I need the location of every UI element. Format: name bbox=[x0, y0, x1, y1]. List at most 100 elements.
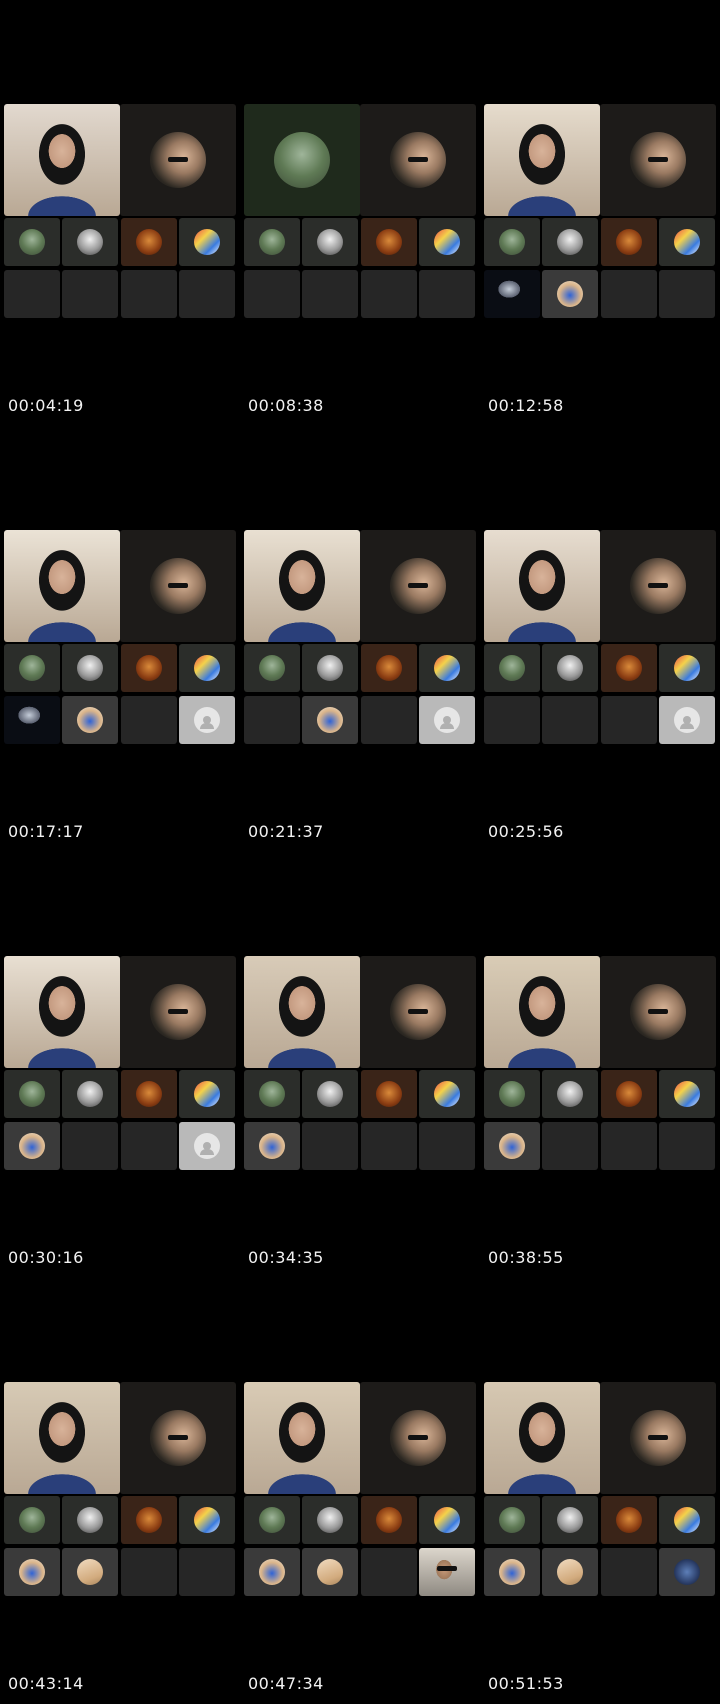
participant-tile[interactable] bbox=[179, 1122, 235, 1170]
participant-tile[interactable] bbox=[542, 270, 598, 318]
participant-tile[interactable] bbox=[62, 644, 118, 692]
participant-tile[interactable] bbox=[361, 1122, 417, 1170]
host-video-tile[interactable] bbox=[600, 956, 716, 1068]
participant-tile[interactable] bbox=[302, 696, 358, 744]
participant-tile[interactable] bbox=[659, 1548, 715, 1596]
participant-tile[interactable] bbox=[484, 1122, 540, 1170]
participant-tile[interactable] bbox=[244, 1496, 300, 1544]
active-speaker-video[interactable] bbox=[244, 104, 360, 216]
participant-tile[interactable] bbox=[419, 218, 475, 266]
participant-tile[interactable] bbox=[121, 270, 177, 318]
participant-tile[interactable] bbox=[601, 696, 657, 744]
participant-tile[interactable] bbox=[244, 696, 300, 744]
participant-tile[interactable] bbox=[4, 270, 60, 318]
host-video-tile[interactable] bbox=[360, 1382, 476, 1494]
participant-tile[interactable] bbox=[62, 1070, 118, 1118]
active-speaker-video[interactable] bbox=[244, 530, 360, 642]
participant-tile[interactable] bbox=[361, 1496, 417, 1544]
host-video-tile[interactable] bbox=[360, 956, 476, 1068]
participant-tile[interactable] bbox=[302, 270, 358, 318]
participant-tile[interactable] bbox=[179, 696, 235, 744]
participant-tile[interactable] bbox=[659, 218, 715, 266]
participant-tile[interactable] bbox=[244, 644, 300, 692]
participant-tile[interactable] bbox=[302, 1548, 358, 1596]
participant-tile[interactable] bbox=[601, 1496, 657, 1544]
host-video-tile[interactable] bbox=[120, 530, 236, 642]
participant-tile[interactable] bbox=[179, 1070, 235, 1118]
participant-tile[interactable] bbox=[179, 1548, 235, 1596]
active-speaker-video[interactable] bbox=[4, 530, 120, 642]
participant-tile[interactable] bbox=[419, 1070, 475, 1118]
participant-tile[interactable] bbox=[121, 1070, 177, 1118]
active-speaker-video[interactable] bbox=[244, 1382, 360, 1494]
participant-tile[interactable] bbox=[62, 270, 118, 318]
participant-tile[interactable] bbox=[419, 1496, 475, 1544]
participant-tile[interactable] bbox=[62, 1496, 118, 1544]
host-video-tile[interactable] bbox=[600, 530, 716, 642]
participant-tile[interactable] bbox=[542, 1122, 598, 1170]
active-speaker-video[interactable] bbox=[484, 530, 600, 642]
participant-tile[interactable] bbox=[659, 644, 715, 692]
participant-tile[interactable] bbox=[419, 270, 475, 318]
participant-tile[interactable] bbox=[419, 1548, 475, 1596]
participant-tile[interactable] bbox=[302, 644, 358, 692]
participant-tile[interactable] bbox=[179, 270, 235, 318]
host-video-tile[interactable] bbox=[600, 1382, 716, 1494]
participant-tile[interactable] bbox=[4, 1122, 60, 1170]
participant-tile[interactable] bbox=[361, 270, 417, 318]
participant-tile[interactable] bbox=[244, 1122, 300, 1170]
active-speaker-video[interactable] bbox=[484, 956, 600, 1068]
participant-tile[interactable] bbox=[244, 218, 300, 266]
participant-tile[interactable] bbox=[601, 218, 657, 266]
active-speaker-video[interactable] bbox=[4, 104, 120, 216]
participant-tile[interactable] bbox=[419, 1122, 475, 1170]
host-video-tile[interactable] bbox=[360, 104, 476, 216]
participant-tile[interactable] bbox=[659, 1070, 715, 1118]
participant-tile[interactable] bbox=[62, 696, 118, 744]
participant-tile[interactable] bbox=[601, 270, 657, 318]
participant-tile[interactable] bbox=[121, 1122, 177, 1170]
participant-tile[interactable] bbox=[601, 1070, 657, 1118]
participant-tile[interactable] bbox=[4, 696, 60, 744]
participant-tile[interactable] bbox=[121, 644, 177, 692]
participant-tile[interactable] bbox=[121, 696, 177, 744]
host-video-tile[interactable] bbox=[600, 104, 716, 216]
participant-tile[interactable] bbox=[419, 644, 475, 692]
participant-tile[interactable] bbox=[419, 696, 475, 744]
participant-tile[interactable] bbox=[179, 218, 235, 266]
active-speaker-video[interactable] bbox=[4, 956, 120, 1068]
participant-tile[interactable] bbox=[179, 1496, 235, 1544]
participant-tile[interactable] bbox=[244, 270, 300, 318]
participant-tile[interactable] bbox=[659, 270, 715, 318]
active-speaker-video[interactable] bbox=[244, 956, 360, 1068]
participant-tile[interactable] bbox=[542, 218, 598, 266]
participant-tile[interactable] bbox=[302, 1070, 358, 1118]
participant-tile[interactable] bbox=[601, 644, 657, 692]
participant-tile[interactable] bbox=[302, 1122, 358, 1170]
host-video-tile[interactable] bbox=[360, 530, 476, 642]
participant-tile[interactable] bbox=[4, 1070, 60, 1118]
participant-tile[interactable] bbox=[244, 1070, 300, 1118]
active-speaker-video[interactable] bbox=[4, 1382, 120, 1494]
participant-tile[interactable] bbox=[121, 1548, 177, 1596]
participant-tile[interactable] bbox=[62, 1122, 118, 1170]
participant-tile[interactable] bbox=[542, 1548, 598, 1596]
participant-tile[interactable] bbox=[361, 1070, 417, 1118]
host-video-tile[interactable] bbox=[120, 104, 236, 216]
participant-tile[interactable] bbox=[4, 1496, 60, 1544]
participant-tile[interactable] bbox=[484, 696, 540, 744]
active-speaker-video[interactable] bbox=[484, 104, 600, 216]
active-speaker-video[interactable] bbox=[484, 1382, 600, 1494]
participant-tile[interactable] bbox=[361, 696, 417, 744]
participant-tile[interactable] bbox=[542, 1070, 598, 1118]
participant-tile[interactable] bbox=[179, 644, 235, 692]
participant-tile[interactable] bbox=[361, 644, 417, 692]
participant-tile[interactable] bbox=[484, 1496, 540, 1544]
participant-tile[interactable] bbox=[484, 218, 540, 266]
participant-tile[interactable] bbox=[302, 218, 358, 266]
participant-tile[interactable] bbox=[542, 696, 598, 744]
participant-tile[interactable] bbox=[659, 696, 715, 744]
participant-tile[interactable] bbox=[542, 644, 598, 692]
participant-tile[interactable] bbox=[484, 270, 540, 318]
host-video-tile[interactable] bbox=[120, 956, 236, 1068]
